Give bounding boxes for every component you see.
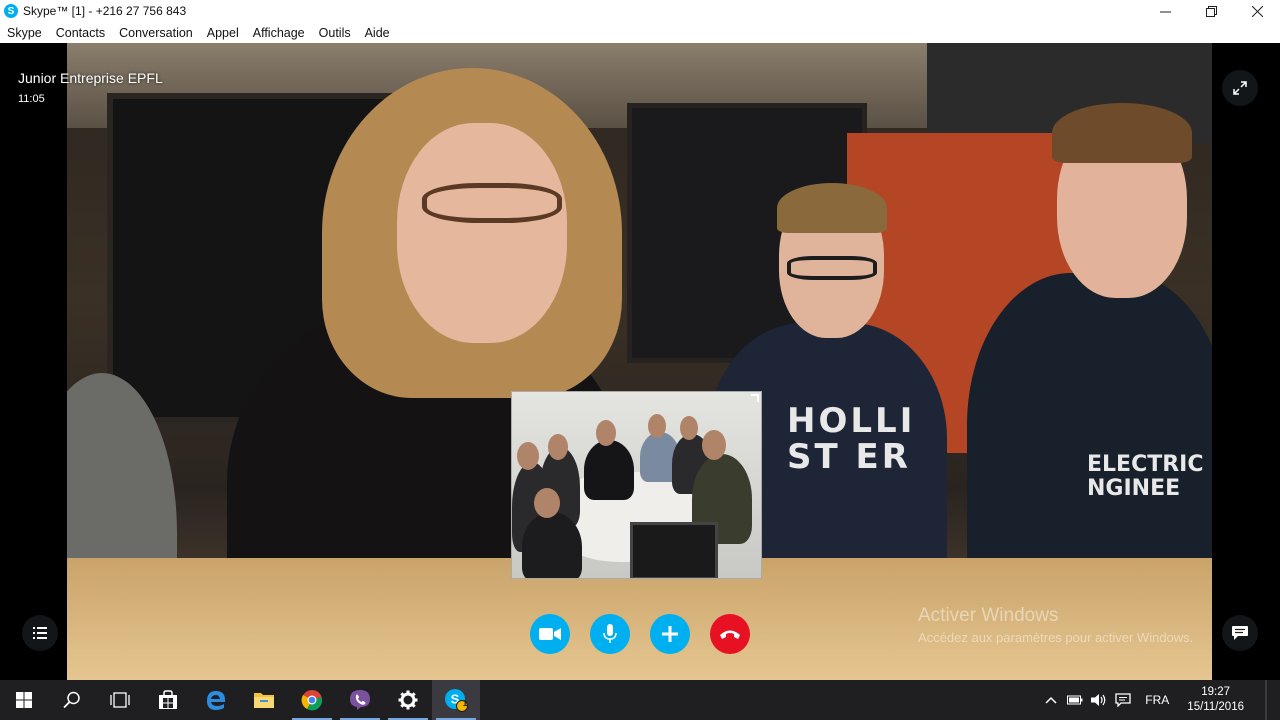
fullscreen-button[interactable]	[1222, 70, 1258, 106]
person-man1-glasses	[787, 256, 877, 280]
close-icon	[1251, 5, 1263, 17]
gear-icon	[398, 690, 418, 710]
self-view-head	[648, 414, 666, 438]
show-desktop-button[interactable]	[1252, 680, 1280, 720]
message-icon	[1115, 693, 1131, 707]
activation-watermark-subtitle: Accédez aux paramètres pour activer Wind…	[918, 630, 1194, 645]
taskbar-viber[interactable]	[336, 680, 384, 720]
self-view-head	[702, 430, 726, 460]
clock-time: 19:27	[1201, 686, 1231, 698]
expand-icon	[1233, 81, 1247, 95]
video-toggle-button[interactable]	[530, 614, 570, 654]
skype-logo-icon: S	[4, 4, 18, 18]
add-participant-button[interactable]	[650, 614, 690, 654]
call-duration: 11:05	[18, 93, 45, 105]
window-title: Skype™ [1] - +216 27 756 843	[23, 4, 187, 18]
menu-skype[interactable]: Skype	[0, 26, 49, 40]
call-menu-button[interactable]	[22, 615, 58, 651]
chrome-browser-icon	[301, 690, 323, 711]
desktop-divider-icon	[1265, 680, 1267, 720]
speaker-icon	[1091, 694, 1106, 706]
self-view-person	[584, 440, 634, 500]
video-call-area: HOLLI ST ER ELECTRIC NGINEE Junior Entre…	[0, 43, 1280, 680]
menu-affichage[interactable]: Affichage	[246, 26, 312, 40]
search-icon	[63, 691, 80, 709]
task-view-icon	[110, 692, 130, 708]
list-icon	[33, 627, 47, 639]
title-bar: S Skype™ [1] - +216 27 756 843	[0, 0, 1280, 22]
open-chat-button[interactable]	[1222, 615, 1258, 651]
person-man1-hair	[777, 183, 887, 233]
hoodie2-line-2: NGINEE	[1087, 476, 1181, 501]
battery-icon	[1067, 695, 1083, 705]
resize-handle-icon[interactable]	[751, 394, 759, 402]
maximize-button[interactable]	[1188, 0, 1234, 22]
hoodie2-print: ELECTRIC NGINEE	[1087, 453, 1204, 501]
call-contact-name: Junior Entreprise EPFL	[18, 70, 163, 86]
self-view-head	[534, 488, 560, 518]
menu-conversation[interactable]: Conversation	[112, 26, 200, 40]
self-view-monitor	[630, 522, 718, 578]
menu-appel[interactable]: Appel	[200, 26, 246, 40]
task-view-button[interactable]	[96, 680, 144, 720]
taskbar-settings[interactable]	[384, 680, 432, 720]
minimize-button[interactable]	[1142, 0, 1188, 22]
search-button[interactable]	[48, 680, 96, 720]
menu-aide[interactable]: Aide	[358, 26, 397, 40]
volume-control[interactable]	[1087, 680, 1111, 720]
skype-notification-badge: 1	[462, 699, 468, 708]
system-clock[interactable]: 19:27 15/11/2016	[1179, 685, 1252, 715]
letterbox-left	[0, 43, 67, 680]
show-hidden-icons-button[interactable]	[1039, 680, 1063, 720]
plus-icon	[662, 626, 678, 642]
chevron-up-icon	[1045, 696, 1057, 704]
messages-tray[interactable]	[1111, 680, 1135, 720]
hang-up-button[interactable]	[710, 614, 750, 654]
clock-date: 15/11/2016	[1187, 701, 1244, 713]
chat-bubble-icon	[1232, 626, 1248, 640]
self-view-head	[680, 416, 698, 440]
window-controls	[1142, 0, 1280, 22]
input-language[interactable]: FRA	[1135, 693, 1179, 707]
taskbar-chrome[interactable]	[288, 680, 336, 720]
hoodie-print: HOLLI ST ER	[787, 403, 915, 475]
hoodie-line-2: ST ER	[787, 437, 911, 477]
minimize-icon	[1159, 11, 1171, 12]
folder-icon	[254, 693, 274, 708]
self-view-video[interactable]	[511, 391, 762, 579]
menu-bar: Skype Contacts Conversation Appel Affich…	[0, 22, 1280, 43]
store-bag-icon	[159, 690, 177, 709]
hoodie2-line-1: ELECTRIC	[1087, 452, 1204, 477]
letterbox-right	[1212, 43, 1280, 680]
activation-watermark-title: Activer Windows	[918, 605, 1059, 626]
viber-icon	[350, 690, 370, 710]
close-button[interactable]	[1234, 0, 1280, 22]
restore-icon	[1205, 5, 1217, 17]
person-man2-hair	[1052, 103, 1192, 163]
hang-up-icon	[720, 630, 740, 639]
windows-logo-icon	[16, 692, 32, 708]
person-woman-glasses	[422, 183, 562, 223]
taskbar: S 1 FRA 19:27 15/11/2016	[0, 680, 1280, 720]
menu-contacts[interactable]: Contacts	[49, 26, 112, 40]
mute-button[interactable]	[590, 614, 630, 654]
video-camera-icon	[539, 628, 561, 640]
menu-outils[interactable]: Outils	[312, 26, 358, 40]
microphone-icon	[603, 624, 617, 643]
self-view-head	[517, 442, 539, 470]
remote-video: HOLLI ST ER ELECTRIC NGINEE	[67, 43, 1212, 680]
taskbar-skype[interactable]: S 1	[432, 680, 480, 720]
battery-status[interactable]	[1063, 680, 1087, 720]
start-button[interactable]	[0, 680, 48, 720]
edge-browser-icon	[207, 691, 225, 710]
person-woman-face	[397, 123, 567, 343]
hoodie-line-1: HOLLI	[787, 401, 916, 441]
self-view-person	[522, 512, 582, 578]
taskbar-store[interactable]	[144, 680, 192, 720]
taskbar-edge[interactable]	[192, 680, 240, 720]
system-tray: FRA 19:27 15/11/2016	[1039, 680, 1280, 720]
taskbar-file-explorer[interactable]	[240, 680, 288, 720]
self-view-head	[596, 420, 616, 446]
self-view-head	[548, 434, 568, 460]
